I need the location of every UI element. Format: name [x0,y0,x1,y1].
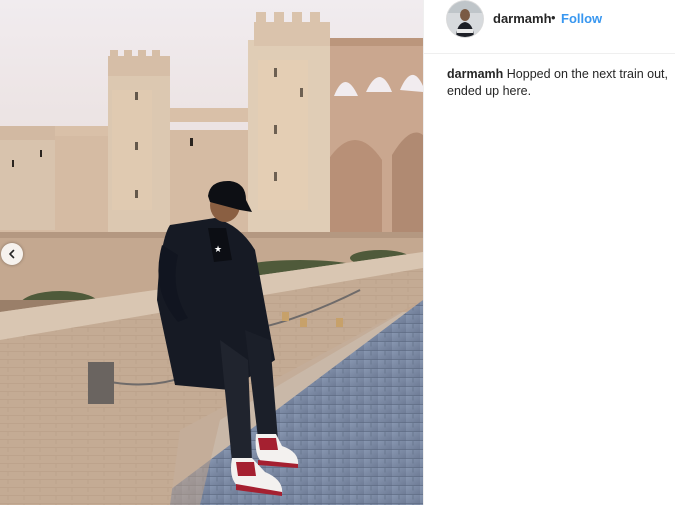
castle-photo-image: ★ [0,0,423,505]
post-sidebar: darmamh • Follow darmamh Hopped on the n… [423,0,675,505]
chevron-left-icon [7,249,17,259]
avatar[interactable] [447,1,483,37]
previous-photo-button[interactable] [1,243,23,265]
svg-text:★: ★ [214,245,222,255]
header-separator: • [551,10,556,25]
caption-username[interactable]: darmamh [447,67,503,81]
post-photo[interactable]: ★ [0,0,423,505]
follow-button[interactable]: Follow [561,11,602,26]
post-header: darmamh • Follow [424,0,675,54]
profile-photo-icon [447,1,483,37]
post-caption: darmamh Hopped on the next train out, en… [447,66,673,100]
post-author-username[interactable]: darmamh [493,11,552,26]
